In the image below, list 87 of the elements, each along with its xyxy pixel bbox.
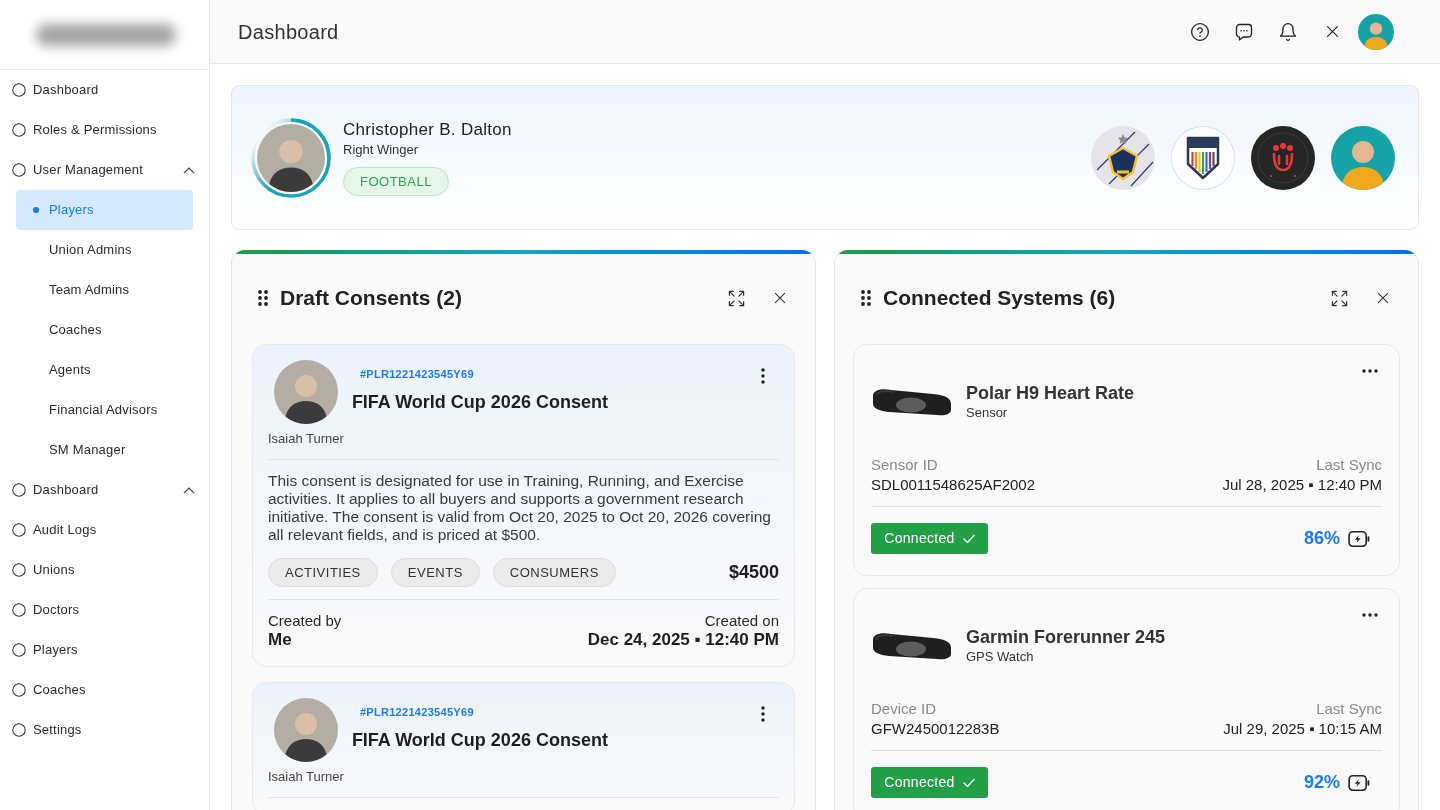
nav-item[interactable]: User Management [0, 150, 209, 190]
category-tag: ACTIVITIES [268, 558, 378, 587]
player-id: #PLR1221423545Y69 [359, 367, 474, 381]
nav-item[interactable]: Roles & Permissions [0, 110, 209, 150]
circle-icon [12, 603, 26, 617]
player-position: Right Winger [343, 141, 419, 159]
id-label: Device ID [871, 699, 937, 719]
bell-icon [1278, 21, 1298, 42]
check-icon [962, 533, 975, 544]
id-value: GFW2450012283B [871, 719, 1000, 739]
expand-icon [726, 288, 746, 308]
nav-item[interactable]: Players [0, 630, 209, 670]
nav-item[interactable]: Dashboard [0, 70, 209, 110]
nav-subitem[interactable]: Coaches [16, 310, 193, 350]
shield-crest-icon [1171, 125, 1235, 190]
price: $4500 [728, 561, 779, 584]
nav-item[interactable]: Coaches [0, 670, 209, 710]
battery-charging-icon [1348, 773, 1370, 792]
circle-icon [12, 723, 26, 737]
consent-title: FIFA World Cup 2026 Consent [351, 391, 608, 413]
device-type: GPS Watch [966, 648, 1034, 666]
association-emblem-icon [1251, 125, 1315, 190]
circle-icon [12, 483, 26, 497]
dots-icon [1362, 613, 1378, 617]
expand-icon [1329, 288, 1349, 308]
nav-item[interactable]: Audit Logs [0, 510, 209, 550]
team-crest-icon [1091, 125, 1155, 190]
device-name: Garmin Forerunner 245 [966, 626, 1166, 648]
nav-item[interactable]: Doctors [0, 590, 209, 630]
id-label: Sensor ID [871, 455, 938, 475]
circle-icon [12, 83, 26, 97]
nav-item[interactable]: Unions [0, 550, 209, 590]
consent-title: FIFA World Cup 2026 Consent [351, 729, 608, 751]
close-icon [772, 290, 788, 306]
panel-title: Draft Consents (2) [280, 285, 463, 312]
avatar-icon [273, 360, 338, 424]
circle-icon [12, 523, 26, 537]
drag-handle-icon[interactable] [258, 290, 268, 306]
circle-icon [12, 163, 26, 177]
avatar-icon [1331, 125, 1395, 190]
close-icon [1375, 290, 1391, 306]
drag-handle-icon[interactable] [861, 290, 871, 306]
created-on-value: Dec 24, 2025 ▪ 12:40 PM [587, 630, 779, 650]
nav-subitem[interactable]: Team Admins [16, 270, 193, 310]
nav-subitem[interactable]: SM Manager [16, 430, 193, 470]
user-avatar-icon[interactable] [1358, 13, 1394, 50]
created-by-label: Created by [268, 612, 342, 630]
kebab-icon [761, 706, 765, 722]
consent-description: This consent is designated for use in Training, Running, and Exercise activities. It applies to all buyers and supports a government research initiative. The consent is valid from Oct 20, 2025 to Oct 20, 2026 covering all relevant fields, and is priced at $500. [268, 472, 772, 544]
player-name: Isaiah Turner [268, 430, 344, 448]
help-icon [1190, 21, 1210, 42]
panel-title: Connected Systems (6) [883, 285, 1116, 312]
avatar-icon [251, 117, 331, 198]
id-value: SDL0011548625AF2002 [871, 475, 1036, 495]
player-id: #PLR1221423545Y69 [359, 705, 474, 719]
nav-item[interactable]: Dashboard [0, 470, 209, 510]
dots-icon [1362, 369, 1378, 373]
circle-icon [12, 563, 26, 577]
category-tag: CONSUMERS [492, 558, 616, 587]
sync-label: Last Sync [1316, 455, 1382, 475]
nav-item[interactable]: Settings [0, 710, 209, 750]
circle-icon [12, 123, 26, 137]
battery-percentage: 86% [1303, 527, 1340, 550]
nav-subitem[interactable]: Agents [16, 350, 193, 390]
created-by-value: Me [268, 630, 292, 650]
battery-percentage: 92% [1303, 771, 1340, 794]
chat-bubble-icon [1234, 21, 1254, 42]
sync-value: Jul 29, 2025 ▪ 10:15 AM [1223, 719, 1382, 739]
sync-value: Jul 28, 2025 ▪ 12:40 PM [1222, 475, 1382, 495]
sport-badge: FOOTBALL [343, 167, 449, 196]
dot-icon [33, 207, 39, 213]
check-icon [962, 777, 975, 788]
battery-charging-icon [1348, 529, 1370, 548]
kebab-icon [761, 368, 765, 384]
created-on-label: Created on [704, 612, 779, 630]
category-tag: EVENTS [390, 558, 480, 587]
page-title: Dashboard [238, 19, 339, 45]
circle-icon [12, 683, 26, 697]
nav-subitem[interactable]: Financial Advisors [16, 390, 193, 430]
device-type: Sensor [966, 404, 1008, 422]
circle-icon [12, 643, 26, 657]
nav-subitem[interactable]: Union Admins [16, 230, 193, 270]
player-name: Christopher B. Dalton [343, 119, 512, 141]
device-name: Polar H9 Heart Rate [966, 382, 1135, 404]
player-name: Isaiah Turner [268, 768, 344, 786]
sync-label: Last Sync [1316, 699, 1382, 719]
avatar-icon [273, 698, 338, 762]
